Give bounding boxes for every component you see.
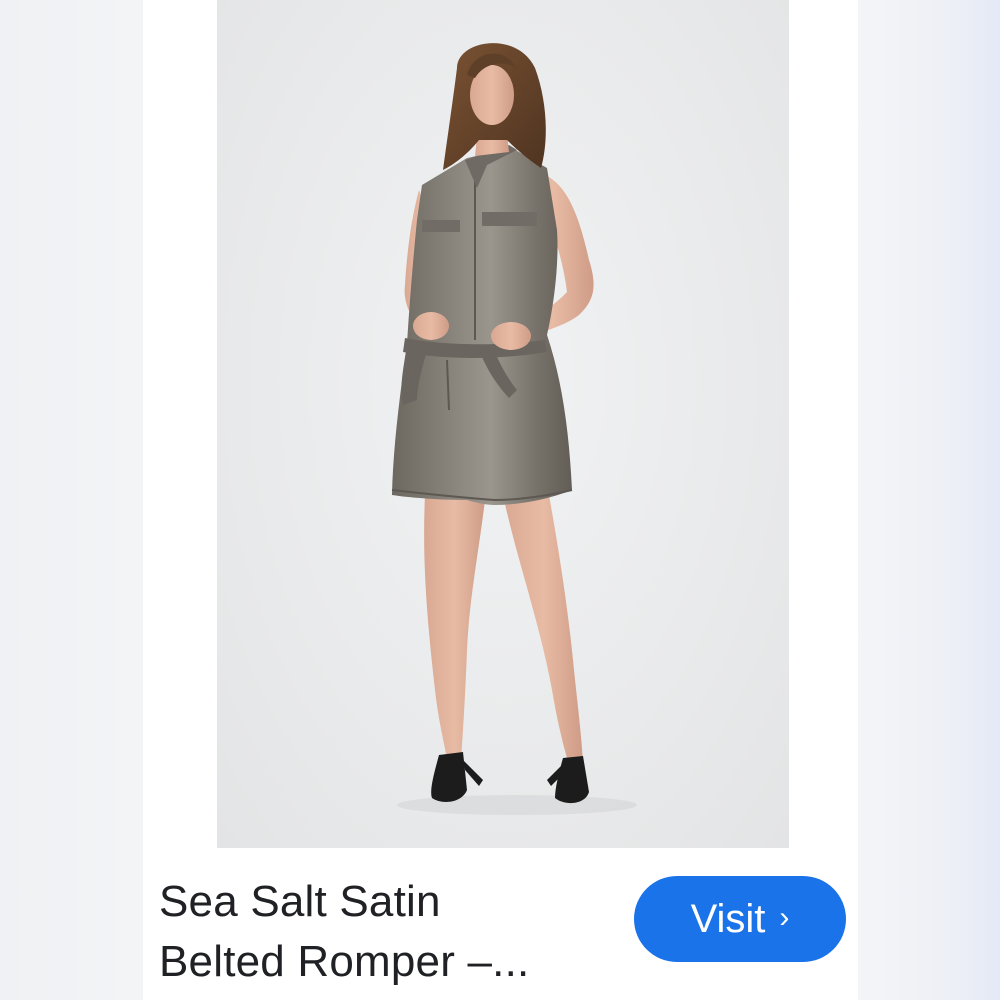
visit-button[interactable]: Visit › <box>634 876 846 962</box>
left-margin <box>0 0 143 1000</box>
product-title-line-2: Belted Romper –... <box>159 937 530 986</box>
product-card[interactable]: Sea Salt Satin Belted Romper –... Visit … <box>143 0 858 1000</box>
product-title-line-1: Sea Salt Satin <box>159 877 441 926</box>
visit-button-label: Visit <box>690 896 766 941</box>
product-title[interactable]: Sea Salt Satin Belted Romper –... <box>159 872 599 992</box>
right-margin <box>858 0 1000 1000</box>
chevron-right-icon: › <box>779 901 790 934</box>
product-image[interactable] <box>217 0 789 848</box>
model-illustration <box>391 43 637 815</box>
